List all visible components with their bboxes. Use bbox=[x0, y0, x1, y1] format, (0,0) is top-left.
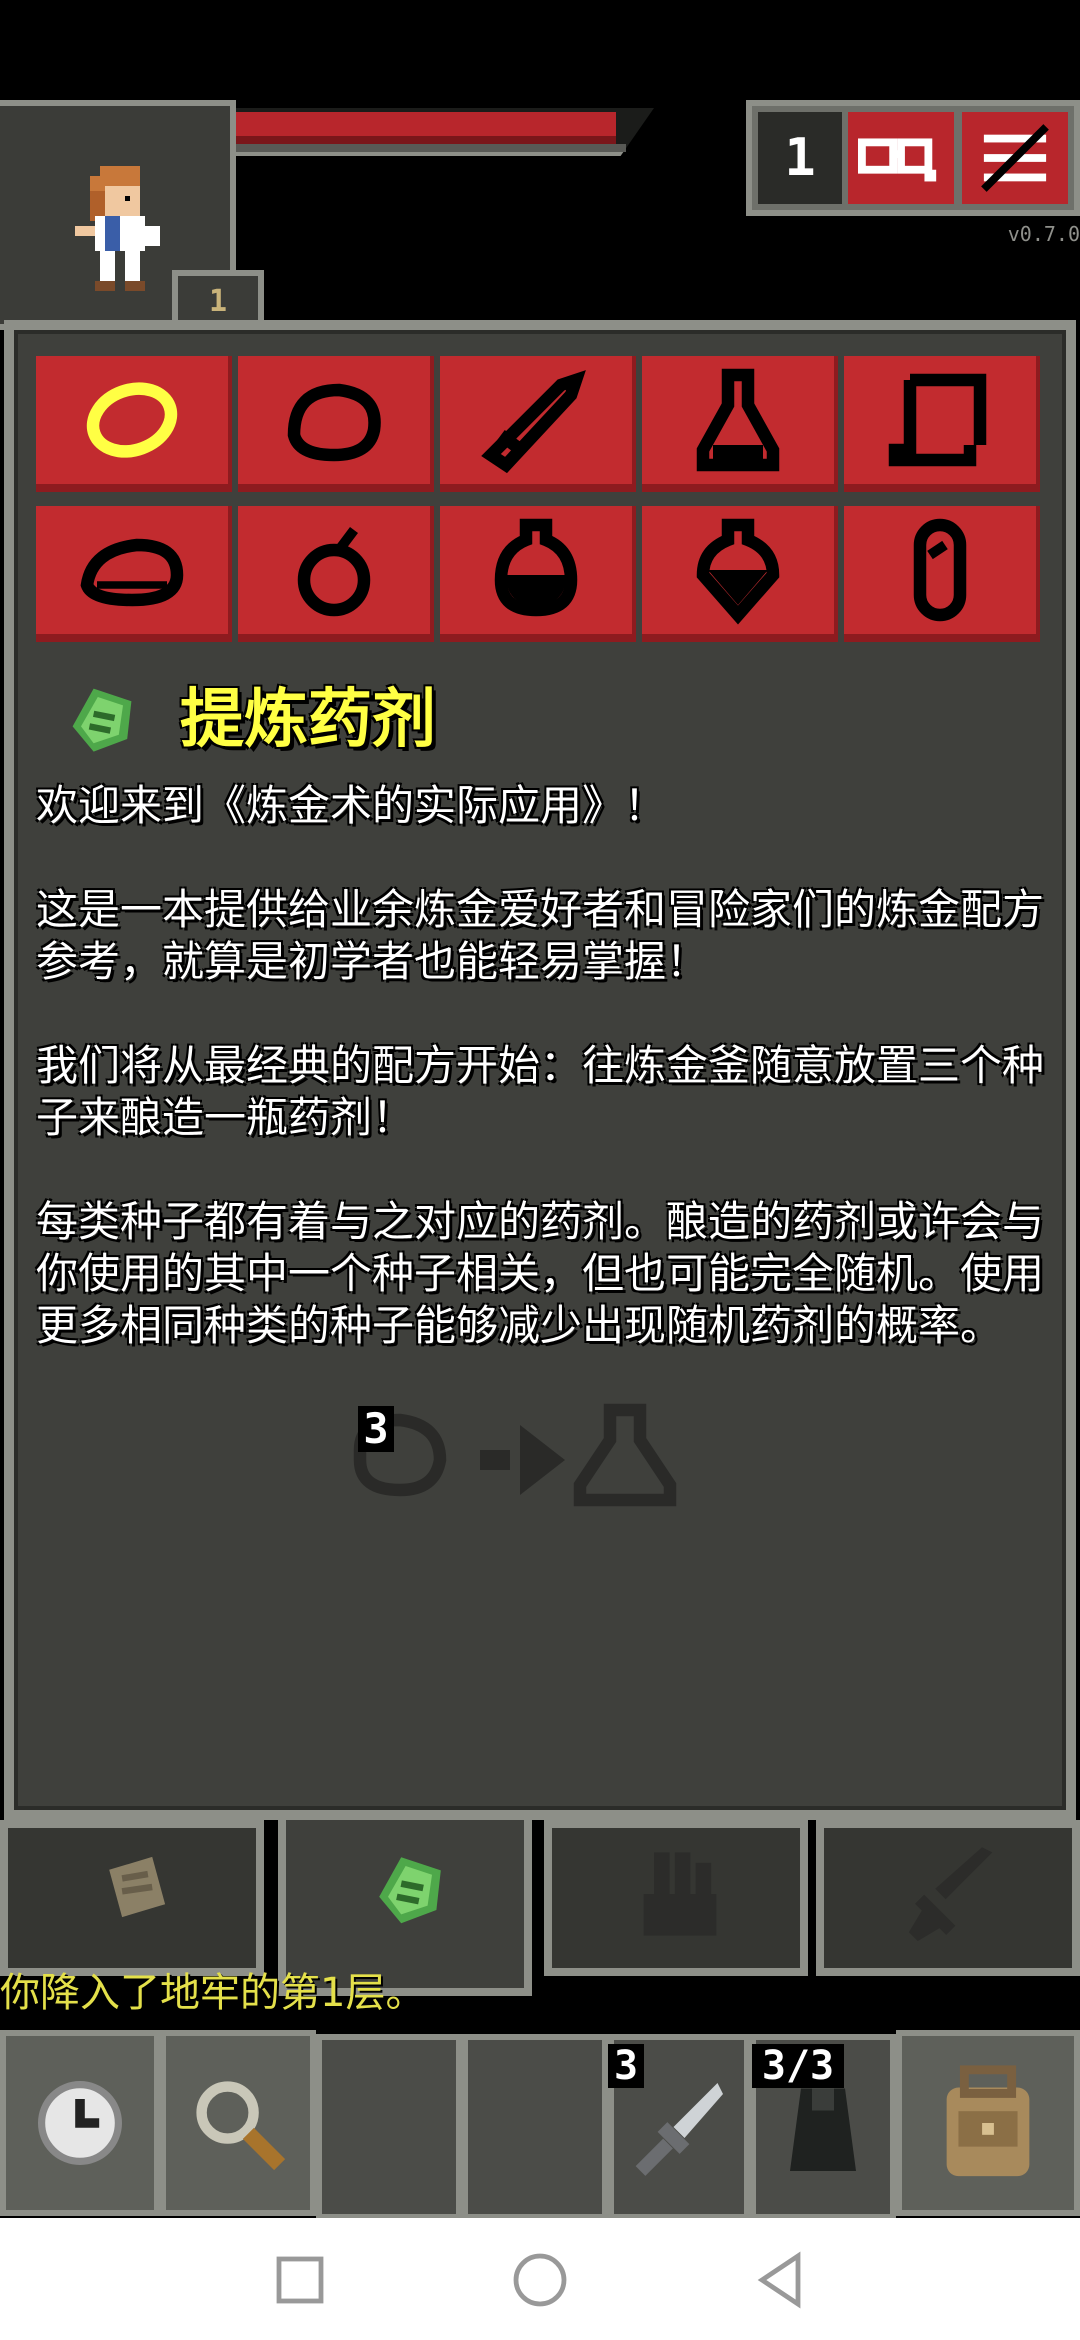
journal-icon bbox=[858, 138, 937, 182]
exp-bar bbox=[236, 144, 626, 152]
elixir-category-button[interactable] bbox=[440, 506, 636, 642]
round-potion-icon bbox=[494, 518, 578, 617]
wand-icon bbox=[481, 370, 586, 474]
inventory-button[interactable] bbox=[896, 2030, 1080, 2216]
tab-weapons[interactable] bbox=[816, 1820, 1080, 1976]
depth-number: 1 bbox=[784, 128, 816, 188]
backpack-icon bbox=[946, 2065, 1030, 2177]
hp-bar-fill bbox=[236, 112, 616, 144]
scroll-tab-icon bbox=[109, 1856, 166, 1918]
bomb-category-button[interactable] bbox=[238, 506, 434, 642]
wand-category-button[interactable] bbox=[440, 356, 636, 492]
back-icon[interactable] bbox=[750, 2250, 810, 2310]
seed-count-label: 3 bbox=[358, 1406, 394, 1452]
journal-button[interactable] bbox=[848, 112, 954, 204]
home-icon[interactable] bbox=[510, 2250, 570, 2310]
stone-icon bbox=[287, 383, 381, 462]
spell-category-button[interactable] bbox=[844, 506, 1040, 642]
ring-icon bbox=[86, 382, 178, 458]
clock-icon bbox=[38, 2081, 122, 2165]
flask-icon bbox=[696, 368, 780, 472]
food-icon bbox=[80, 538, 184, 607]
recipe-diagram bbox=[353, 1403, 677, 1507]
intro-paragraph: 欢迎来到《炼金术的实际应用》！ bbox=[36, 781, 667, 830]
menu-button[interactable] bbox=[962, 112, 1068, 204]
seed-icon bbox=[72, 688, 132, 752]
capsule-icon bbox=[913, 518, 967, 622]
description-paragraph: 这是一本提供给业余炼金爱好者和冒险家们的炼金配方参考，就算是初学者也能轻易掌握！ bbox=[36, 885, 1045, 986]
depth-indicator[interactable]: 1 bbox=[758, 112, 842, 204]
glove-tab-icon bbox=[643, 1852, 717, 1936]
potion-category-button[interactable] bbox=[642, 356, 838, 492]
bomb-icon bbox=[297, 527, 371, 617]
tab-gloves[interactable] bbox=[544, 1820, 808, 1976]
brew-category-button[interactable] bbox=[642, 506, 838, 642]
round-potion-icon-2 bbox=[696, 518, 780, 625]
stone-category-button[interactable] bbox=[238, 356, 434, 492]
cloak-charges: 3/3 bbox=[752, 2044, 844, 2088]
menu-icon bbox=[981, 124, 1049, 192]
dagger-count: 3 bbox=[608, 2044, 644, 2088]
quickslot-empty-1[interactable] bbox=[316, 2034, 462, 2220]
dagger-icon bbox=[635, 2083, 723, 2176]
seed-info-paragraph: 每类种子都有着与之对应的药剂。酿造的药剂或许会与你使用的其中一个种子相关，但也可… bbox=[36, 1197, 1045, 1350]
seed-tab-icon bbox=[379, 1857, 441, 1924]
search-button[interactable] bbox=[160, 2030, 316, 2216]
sword-tab-icon bbox=[908, 1847, 993, 1942]
quickslot-empty-2[interactable] bbox=[462, 2034, 608, 2220]
hero-avatar-icon bbox=[75, 166, 160, 291]
ring-category-button[interactable] bbox=[36, 356, 232, 492]
search-icon bbox=[196, 2081, 286, 2171]
page-title: 提炼药剂 bbox=[180, 683, 436, 757]
recipe-paragraph: 我们将从最经典的配方开始：往炼金釜随意放置三个种子来酿造一瓶药剂！ bbox=[36, 1041, 1045, 1142]
version-label: v0.7.0 bbox=[1007, 222, 1080, 246]
item-category-grid bbox=[36, 356, 1044, 644]
wait-button[interactable] bbox=[0, 2030, 160, 2216]
hero-level: 1 bbox=[208, 284, 228, 319]
tab-scrolls[interactable] bbox=[0, 1820, 264, 1976]
food-category-button[interactable] bbox=[36, 506, 232, 642]
recents-icon[interactable] bbox=[270, 2250, 330, 2310]
scroll-icon bbox=[888, 373, 987, 467]
scroll-category-button[interactable] bbox=[844, 356, 1040, 492]
